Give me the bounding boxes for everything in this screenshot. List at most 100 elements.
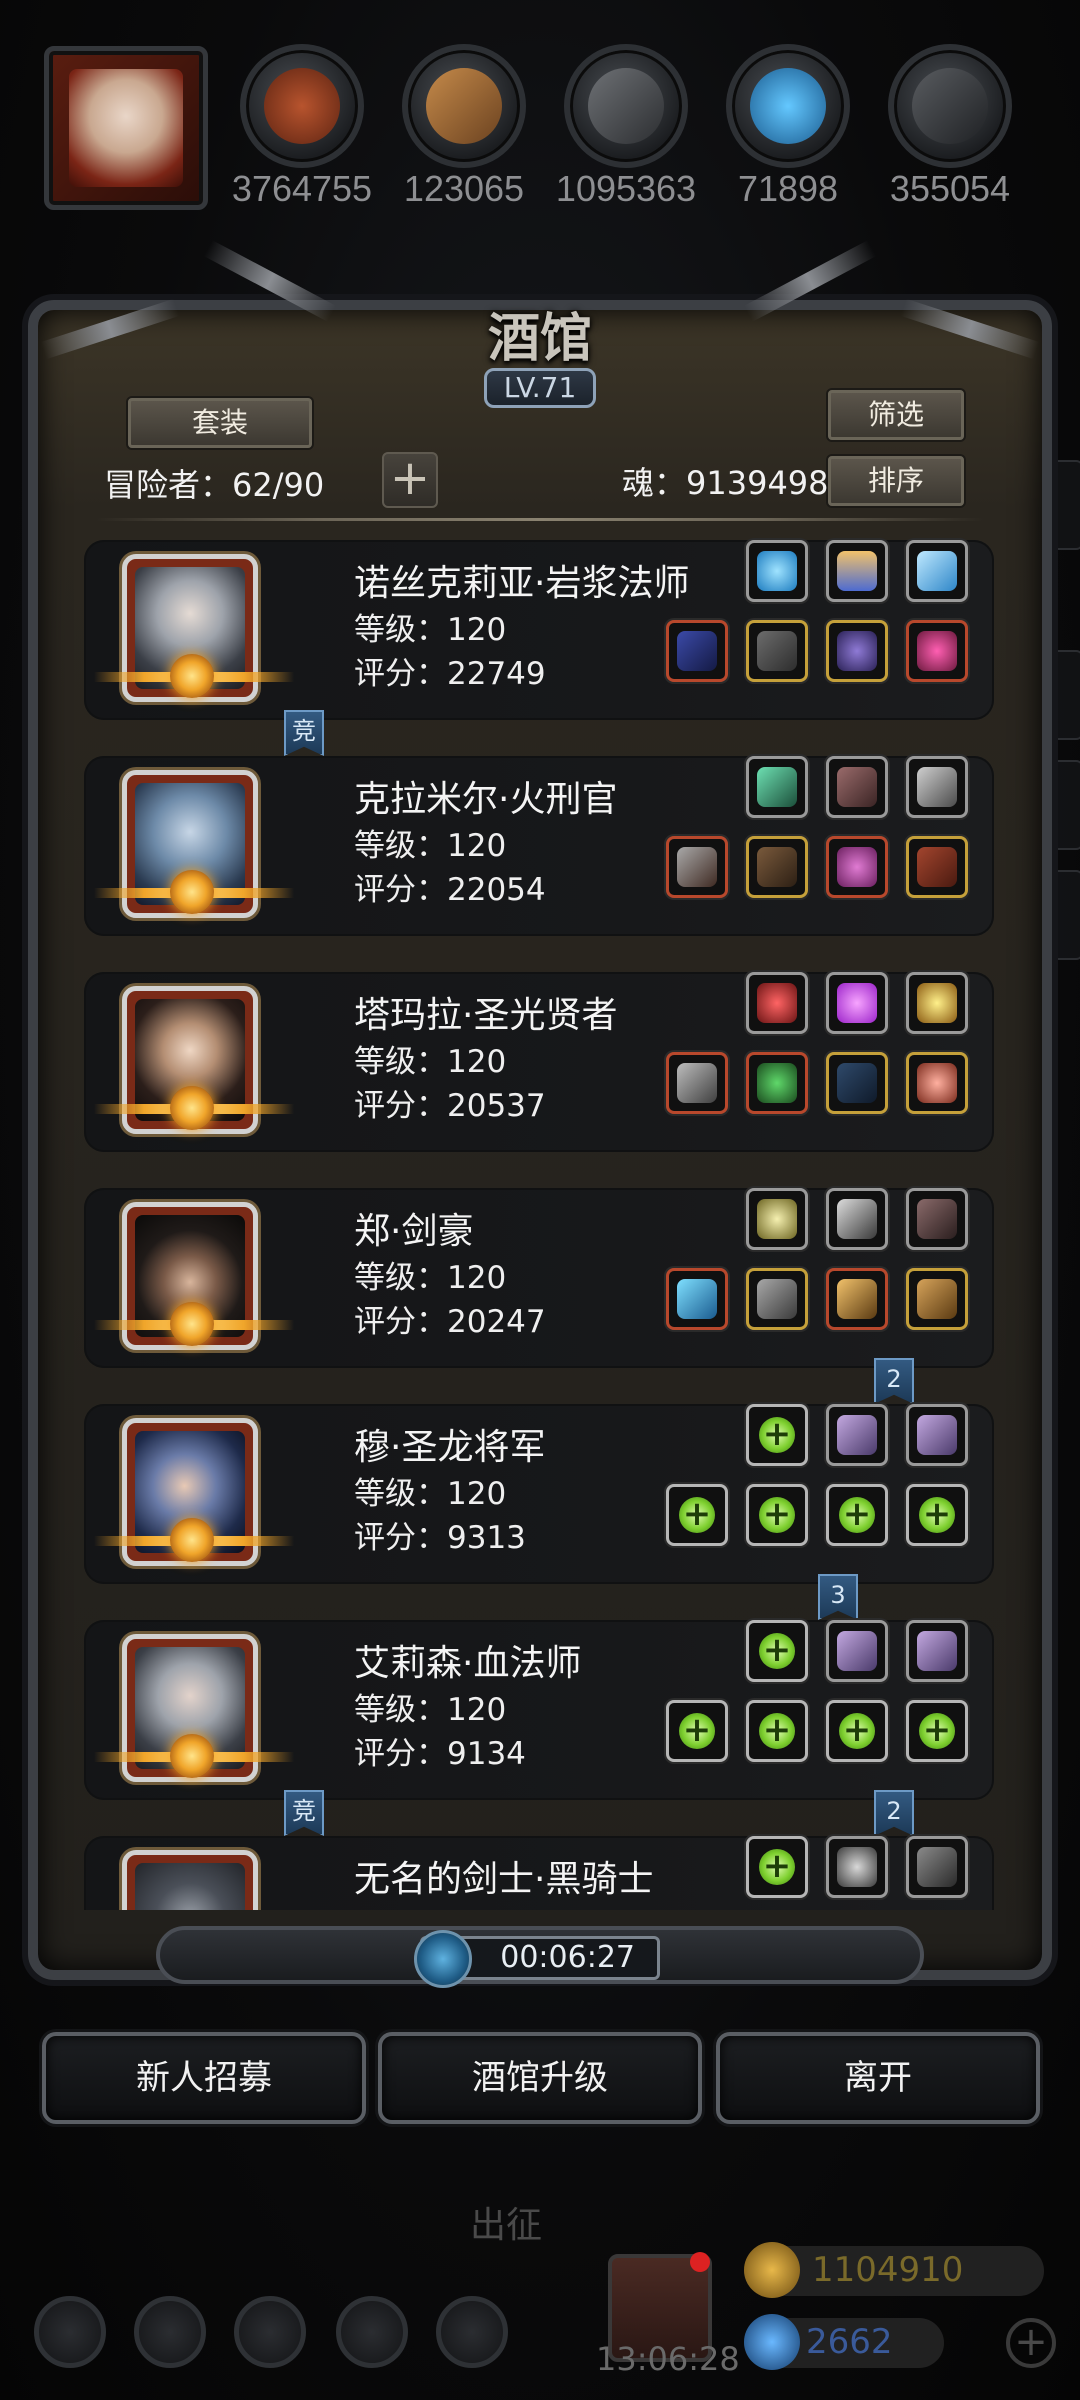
compete-tag: 竞: [284, 1790, 324, 1836]
rank-emblem: [170, 1734, 214, 1778]
equipment-slot[interactable]: [826, 972, 888, 1034]
set-button[interactable]: 套装: [128, 398, 312, 448]
hero-score: 评分：22054: [354, 872, 546, 908]
add-currency-button[interactable]: +: [1006, 2318, 1056, 2368]
equipment-slot[interactable]: [906, 756, 968, 818]
settings-icon[interactable]: [34, 2296, 106, 2368]
count-tag: 3: [818, 1574, 858, 1620]
hero-level: 等级：120: [354, 1260, 507, 1296]
empty-slot-add[interactable]: +: [746, 1836, 808, 1898]
empty-slot-add[interactable]: +: [666, 1700, 728, 1762]
sort-button[interactable]: 排序: [828, 456, 964, 506]
equipment-slot[interactable]: [826, 1620, 888, 1682]
upgrade-tavern-button[interactable]: 酒馆升级: [378, 2032, 702, 2124]
hero-card[interactable]: 塔玛拉·圣光贤者 等级：120 评分：20537: [84, 972, 994, 1152]
leave-button[interactable]: 离开: [716, 2032, 1040, 2124]
page-title: 酒馆: [487, 308, 592, 369]
filter-button[interactable]: 筛选: [828, 390, 964, 440]
resource-value: 355054: [889, 168, 1011, 209]
empty-slot-add[interactable]: +: [746, 1484, 808, 1546]
gold-amount: 1104910: [812, 2250, 964, 2290]
game-clock: 13:06:28: [596, 2340, 740, 2378]
equipment-slot[interactable]: [746, 1052, 808, 1114]
shield-icon[interactable]: [234, 2296, 306, 2368]
empty-slot-add[interactable]: +: [826, 1484, 888, 1546]
equipment-slot[interactable]: [906, 972, 968, 1034]
count-tag: 2: [874, 1358, 914, 1404]
equipment-slot[interactable]: [906, 1404, 968, 1466]
hero-score: 评分：9134: [354, 1736, 526, 1772]
equipment-slot[interactable]: [826, 756, 888, 818]
equipment-slot[interactable]: [746, 756, 808, 818]
equipment-slot[interactable]: [826, 620, 888, 682]
hero-card[interactable]: 郑·剑豪 等级：120 评分：20247: [84, 1188, 994, 1368]
hero-card[interactable]: 克拉米尔·火刑官 等级：120 评分：22054: [84, 756, 994, 936]
empty-slot-add[interactable]: +: [826, 1700, 888, 1762]
equipment-slot[interactable]: [746, 540, 808, 602]
hero-level: 等级：120: [354, 1692, 507, 1728]
equipment-slot[interactable]: [826, 540, 888, 602]
tavern-level-badge: LV.71: [484, 368, 596, 408]
equipment-slot[interactable]: [666, 620, 728, 682]
hero-name: 穆·圣龙将军: [354, 1427, 546, 1468]
hero-name: 郑·剑豪: [354, 1211, 474, 1252]
emblem-icon[interactable]: [134, 2296, 206, 2368]
hero-score: 评分：22749: [354, 656, 546, 692]
equipment-slot[interactable]: [826, 1268, 888, 1330]
empty-slot-add[interactable]: +: [906, 1700, 968, 1762]
equipment-slot[interactable]: [826, 1188, 888, 1250]
equipment-slot[interactable]: [906, 1620, 968, 1682]
equipment-slot[interactable]: [746, 972, 808, 1034]
hero-card[interactable]: 艾莉森·血法师 等级：120 评分：9134 + + + + +: [84, 1620, 994, 1800]
hero-card[interactable]: 诺丝克莉亚·岩浆法师 等级：120 评分：22749: [84, 540, 994, 720]
equipment-slot[interactable]: [826, 1404, 888, 1466]
iron-icon[interactable]: [564, 44, 688, 168]
hero-level: 等级：120: [354, 612, 507, 648]
equipment-slot[interactable]: [666, 1268, 728, 1330]
hero-score: 评分：9313: [354, 1520, 526, 1556]
equipment-slot[interactable]: [906, 1052, 968, 1114]
menu-icon[interactable]: [436, 2296, 508, 2368]
equipment-slot[interactable]: [906, 1836, 968, 1898]
hero-card[interactable]: 穆·圣龙将军 等级：120 评分：9313 + + + + +: [84, 1404, 994, 1584]
equipment-slot[interactable]: [746, 1268, 808, 1330]
equipment-slot[interactable]: [666, 1052, 728, 1114]
player-avatar[interactable]: [44, 46, 208, 210]
equipment-slot[interactable]: [906, 620, 968, 682]
divider: [96, 518, 984, 521]
ore-icon[interactable]: [888, 44, 1012, 168]
hero-score: 评分：20247: [354, 1304, 546, 1340]
equipment-slot[interactable]: [746, 620, 808, 682]
equipment-slot[interactable]: [746, 836, 808, 898]
hero-level: 等级：120: [354, 828, 507, 864]
equipment-slot[interactable]: [826, 836, 888, 898]
equipment-slot[interactable]: [746, 1188, 808, 1250]
equipment-slot[interactable]: [906, 1268, 968, 1330]
empty-slot-add[interactable]: +: [746, 1620, 808, 1682]
count-tag: 2: [874, 1790, 914, 1836]
hero-portrait: [122, 1850, 258, 1910]
equipment-slot[interactable]: [826, 1052, 888, 1114]
equipment-slot[interactable]: [906, 1188, 968, 1250]
hero-list[interactable]: 诺丝克莉亚·岩浆法师 等级：120 评分：22749 竞 克拉米尔·火刑官 等级…: [56, 528, 1024, 1910]
equipment-slot[interactable]: [666, 836, 728, 898]
hero-level: 等级：120: [354, 1044, 507, 1080]
hero-card[interactable]: 无名的剑士·黑骑士 +: [84, 1836, 994, 1910]
expedition-label[interactable]: 出征: [470, 2196, 542, 2248]
empty-slot-add[interactable]: +: [746, 1404, 808, 1466]
add-slot-button[interactable]: +: [382, 452, 438, 508]
rank-emblem: [170, 1518, 214, 1562]
recruit-button[interactable]: 新人招募: [42, 2032, 366, 2124]
crystal-icon[interactable]: [726, 44, 850, 168]
equipment-slot[interactable]: [906, 836, 968, 898]
compete-tag: 竞: [284, 710, 324, 756]
adventurer-count: 冒险者：62/90: [104, 466, 325, 504]
wood-icon[interactable]: [402, 44, 526, 168]
equipment-slot[interactable]: [906, 540, 968, 602]
empty-slot-add[interactable]: +: [746, 1700, 808, 1762]
empty-slot-add[interactable]: +: [906, 1484, 968, 1546]
equipment-slot[interactable]: [826, 1836, 888, 1898]
empty-slot-add[interactable]: +: [666, 1484, 728, 1546]
meat-icon[interactable]: [240, 44, 364, 168]
mail-icon[interactable]: [336, 2296, 408, 2368]
